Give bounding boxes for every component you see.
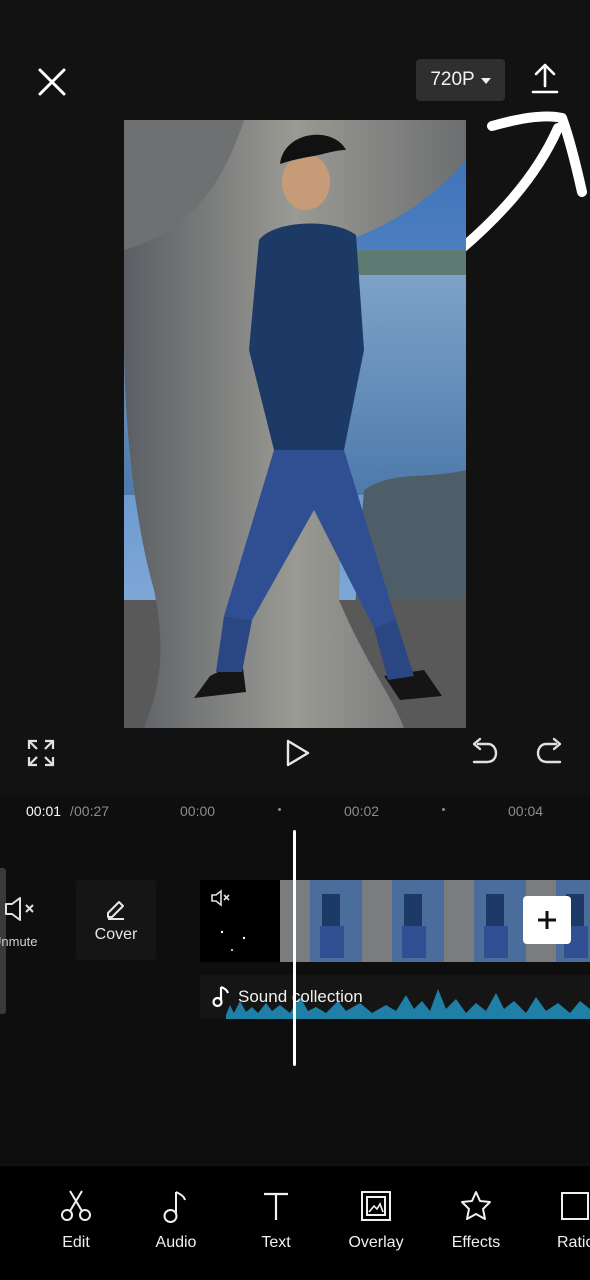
- ruler-tick: 00:02: [344, 803, 380, 819]
- music-note-icon: [212, 985, 230, 1008]
- resolution-dropdown[interactable]: 720P: [416, 59, 505, 101]
- overlay-icon: [361, 1191, 391, 1221]
- speaker-muted-icon: [5, 897, 34, 921]
- ruler-tick: 00:04: [508, 803, 544, 819]
- undo-icon: [472, 737, 498, 764]
- redo-button[interactable]: [532, 736, 568, 770]
- toolbar-label: Text: [261, 1234, 291, 1251]
- redo-icon: [536, 737, 562, 764]
- play-icon: [286, 739, 310, 767]
- play-button[interactable]: [280, 736, 314, 770]
- pencil-icon: [107, 901, 124, 920]
- toolbar-text[interactable]: Text: [226, 1188, 326, 1258]
- close-button[interactable]: [30, 62, 74, 102]
- resolution-value: 720P: [430, 69, 475, 90]
- text-icon: [264, 1192, 288, 1220]
- video-preview[interactable]: [124, 120, 466, 728]
- total-time: 00:27: [74, 803, 110, 819]
- toolbar-label: Overlay: [348, 1234, 404, 1251]
- fullscreen-button[interactable]: [24, 736, 58, 770]
- plus-icon: [538, 911, 556, 929]
- cover-button[interactable]: Cover: [76, 880, 156, 960]
- playhead[interactable]: [293, 830, 296, 1066]
- toolbar-audio[interactable]: Audio: [126, 1188, 226, 1258]
- unmute-button[interactable]: Unmute: [0, 880, 50, 960]
- toolbar-label: Audio: [155, 1234, 197, 1251]
- toolbar-effects[interactable]: Effects: [426, 1188, 526, 1258]
- clip-muted-icon: [211, 889, 230, 907]
- ruler-dot: [278, 808, 281, 811]
- toolbar-label: Edit: [62, 1234, 90, 1251]
- unmute-label: Unmute: [0, 934, 38, 949]
- export-button[interactable]: [524, 58, 566, 98]
- toolbar-label: Effects: [451, 1234, 501, 1251]
- video-frame: [124, 120, 466, 728]
- caret-down-icon: [480, 78, 491, 84]
- close-icon: [38, 68, 66, 96]
- ruler-tick: 00:00: [180, 803, 216, 819]
- scissors-icon: [61, 1190, 91, 1221]
- toolbar-label: Ratio: [557, 1234, 590, 1251]
- ratio-icon: [561, 1192, 589, 1220]
- toolbar-edit[interactable]: Edit: [26, 1188, 126, 1258]
- upload-icon: [531, 63, 559, 94]
- fullscreen-icon: [27, 739, 55, 767]
- ruler-dot: [442, 808, 445, 811]
- toolbar-overlay[interactable]: Overlay: [326, 1188, 426, 1258]
- toolbar-ratio[interactable]: Ratio: [526, 1188, 590, 1258]
- cover-label: Cover: [94, 926, 138, 943]
- music-note-icon: [163, 1191, 186, 1223]
- audio-track-label: Sound collection: [238, 987, 363, 1006]
- undo-button[interactable]: [466, 736, 502, 770]
- add-clip-button[interactable]: [523, 896, 571, 944]
- current-time: 00:01: [26, 803, 62, 819]
- star-icon: [461, 1191, 491, 1220]
